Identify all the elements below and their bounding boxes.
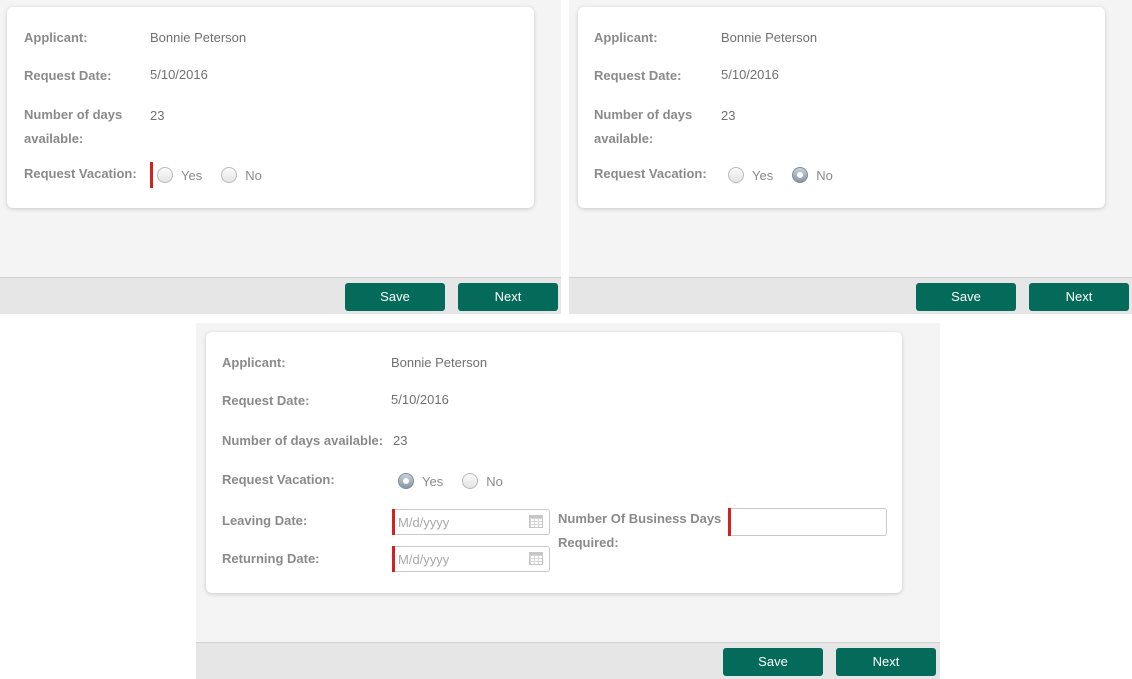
form-card: Applicant: Bonnie Peterson Request Date:… xyxy=(578,7,1105,208)
business-days-input[interactable] xyxy=(735,512,880,532)
vacation-no-label[interactable]: No xyxy=(816,168,833,183)
save-button[interactable]: Save xyxy=(723,648,823,676)
request-vacation-radio-group: Yes No xyxy=(150,162,281,188)
applicant-label: Applicant: xyxy=(24,30,88,45)
vacation-yes-radio[interactable] xyxy=(728,167,744,183)
save-button[interactable]: Save xyxy=(916,283,1016,311)
vacation-no-label[interactable]: No xyxy=(486,474,503,489)
days-available-label-line1: Number of days xyxy=(594,107,693,122)
next-button[interactable]: Next xyxy=(1029,283,1129,311)
applicant-label: Applicant: xyxy=(594,30,658,45)
business-days-label-line2: Required: xyxy=(558,535,619,550)
vacation-form-panel-1: Applicant: Bonnie Peterson Request Date:… xyxy=(0,0,561,314)
business-days-label-line1: Number Of Business Days xyxy=(558,511,722,526)
request-date-value: 5/10/2016 xyxy=(721,67,779,82)
next-button[interactable]: Next xyxy=(836,648,936,676)
days-available-value: 23 xyxy=(150,108,165,123)
days-available-label-line1: Number of days xyxy=(24,107,123,122)
form-footer: Save Next xyxy=(196,642,940,679)
days-available-label: Number of days available: xyxy=(222,433,384,448)
request-vacation-label: Request Vacation: xyxy=(24,166,137,181)
request-date-label: Request Date: xyxy=(594,68,682,83)
form-card: Applicant: Bonnie Peterson Request Date:… xyxy=(206,332,902,593)
days-available-label-line2: available: xyxy=(24,131,84,146)
vacation-form-panel-2: Applicant: Bonnie Peterson Request Date:… xyxy=(569,0,1132,314)
request-date-value: 5/10/2016 xyxy=(150,67,208,82)
vacation-yes-label[interactable]: Yes xyxy=(752,168,773,183)
leaving-date-input[interactable] xyxy=(398,512,523,532)
form-card: Applicant: Bonnie Peterson Request Date:… xyxy=(7,7,534,208)
required-indicator xyxy=(728,508,731,536)
request-vacation-label: Request Vacation: xyxy=(222,472,335,487)
days-available-label: Number of days available: xyxy=(594,103,692,151)
required-indicator xyxy=(392,546,395,572)
days-available-label: Number of days available: xyxy=(24,103,122,151)
returning-date-field xyxy=(392,546,550,572)
vacation-no-radio[interactable] xyxy=(462,473,479,489)
save-button[interactable]: Save xyxy=(345,283,445,311)
calendar-icon[interactable] xyxy=(529,552,543,565)
applicant-value: Bonnie Peterson xyxy=(721,30,818,45)
vacation-form-panel-3: Applicant: Bonnie Peterson Request Date:… xyxy=(196,323,940,679)
vacation-yes-radio[interactable] xyxy=(157,167,173,183)
request-vacation-label: Request Vacation: xyxy=(594,166,707,181)
request-vacation-radio-group: Yes No xyxy=(728,164,852,186)
vacation-yes-label[interactable]: Yes xyxy=(181,168,202,183)
days-available-label-line2: available: xyxy=(594,131,654,146)
returning-date-label: Returning Date: xyxy=(222,551,320,566)
vacation-no-radio[interactable] xyxy=(792,167,809,183)
calendar-icon[interactable] xyxy=(529,515,543,528)
applicant-value: Bonnie Peterson xyxy=(391,355,488,370)
required-indicator xyxy=(150,162,153,188)
required-indicator xyxy=(392,509,395,535)
request-vacation-radio-group: Yes No xyxy=(398,470,522,492)
business-days-field xyxy=(728,508,887,536)
vacation-no-label[interactable]: No xyxy=(245,168,262,183)
applicant-label: Applicant: xyxy=(222,355,286,370)
returning-date-input[interactable] xyxy=(398,549,523,569)
request-date-label: Request Date: xyxy=(24,68,112,83)
next-button[interactable]: Next xyxy=(458,283,558,311)
applicant-value: Bonnie Peterson xyxy=(150,30,247,45)
form-footer: Save Next xyxy=(0,277,561,314)
form-footer: Save Next xyxy=(569,277,1132,314)
request-date-value: 5/10/2016 xyxy=(391,392,449,407)
vacation-yes-label[interactable]: Yes xyxy=(422,474,443,489)
business-days-label: Number Of Business Days Required: xyxy=(558,507,721,555)
leaving-date-label: Leaving Date: xyxy=(222,513,308,528)
leaving-date-field xyxy=(392,509,550,535)
days-available-value: 23 xyxy=(721,108,736,123)
vacation-yes-radio[interactable] xyxy=(398,473,414,489)
vacation-no-radio[interactable] xyxy=(221,167,238,183)
days-available-value: 23 xyxy=(393,433,408,448)
request-date-label: Request Date: xyxy=(222,393,310,408)
